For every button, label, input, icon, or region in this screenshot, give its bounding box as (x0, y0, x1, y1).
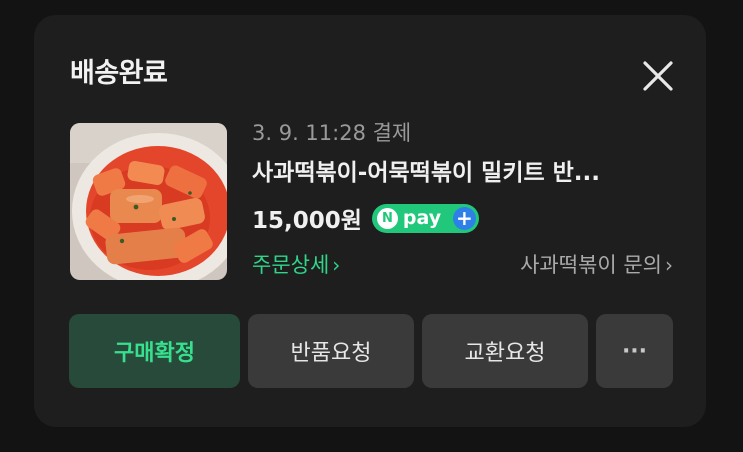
seller-inquiry-label: 사과떡볶이 문의 (520, 253, 662, 277)
payment-date: 3. 9. 11:28 결제 (252, 121, 412, 145)
delivery-status-title: 배송완료 (70, 58, 168, 89)
chevron-right-icon: › (332, 253, 341, 277)
npay-label: pay (402, 206, 442, 229)
price-row: 15,000원 N pay + (252, 199, 479, 237)
exchange-request-label: 교환요청 (464, 341, 546, 366)
product-name[interactable]: 사과떡볶이-어묵떡볶이 밀키트 반... (252, 155, 662, 191)
close-icon (643, 61, 673, 91)
confirm-purchase-button[interactable]: 구매확정 (69, 314, 240, 388)
npay-n-logo: N (376, 207, 398, 229)
more-options-button[interactable]: ··· (596, 314, 673, 388)
npay-plus-badge: N pay + (371, 203, 479, 233)
product-price: 15,000원 (252, 208, 362, 234)
plus-icon: + (452, 206, 476, 230)
tteokbokki-photo (70, 123, 227, 280)
confirm-purchase-label: 구매확정 (114, 341, 195, 366)
exchange-request-button[interactable]: 교환요청 (422, 314, 588, 388)
more-horizontal-icon: ··· (621, 338, 648, 364)
seller-inquiry-link[interactable]: 사과떡볶이 문의 › (520, 248, 673, 282)
close-button[interactable] (636, 54, 680, 98)
order-detail-link[interactable]: 주문상세 › (252, 248, 340, 282)
chevron-right-icon: › (665, 253, 673, 277)
product-thumbnail[interactable] (70, 123, 227, 280)
order-detail-label: 주문상세 (252, 253, 330, 277)
return-request-label: 반품요청 (290, 341, 372, 366)
return-request-button[interactable]: 반품요청 (248, 314, 414, 388)
